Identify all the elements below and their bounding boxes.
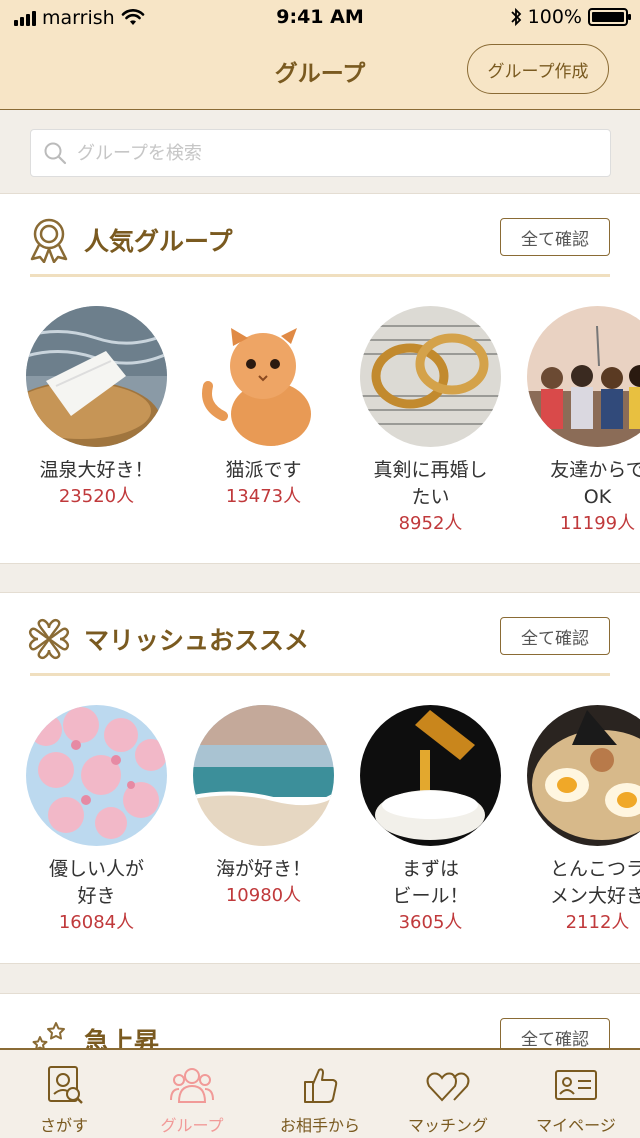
tab-label: さがす <box>39 1116 88 1135</box>
member-count: 13473人 <box>225 486 302 507</box>
tab-label: マイページ <box>536 1116 616 1135</box>
thumbs-up-icon <box>304 1068 338 1103</box>
group-card[interactable]: とんこつラ メン大好き 2112人 <box>527 705 640 936</box>
member-count: 2112人 <box>565 912 630 933</box>
group-name: 海が好き！ <box>215 858 311 880</box>
tab-label: マッチング <box>407 1116 488 1135</box>
group-name: 優しい人が 好き <box>48 858 144 907</box>
group-card[interactable]: 友達からで OK 11199人 <box>527 306 640 537</box>
popular-groups-section: 人気グループ 全て確認 温泉大好き！ 23520人 猫派です 13473人 真剣… <box>0 193 640 564</box>
group-carousel[interactable]: 優しい人が 好き 16084人 海が好き！ 10980人 まずは ビール！ 36… <box>26 705 640 936</box>
group-image-ramen <box>527 705 640 846</box>
section-title: マリッシュおススメ <box>84 626 310 655</box>
tab-search[interactable]: さがす <box>0 1050 128 1138</box>
member-count: 23520人 <box>58 486 135 507</box>
group-carousel[interactable]: 温泉大好き！ 23520人 猫派です 13473人 真剣に再婚し たい 8952… <box>26 306 640 537</box>
clover-icon <box>29 619 69 659</box>
section-divider <box>30 673 610 676</box>
group-image-wedding-rings <box>360 306 501 447</box>
group-name: 友達からで OK <box>550 459 640 508</box>
group-name: 温泉大好き！ <box>39 459 154 481</box>
search-profile-icon <box>48 1066 83 1104</box>
group-name: 真剣に再婚し たい <box>373 459 488 508</box>
battery-icon <box>588 8 631 26</box>
group-card[interactable]: 真剣に再婚し たい 8952人 <box>360 306 501 537</box>
group-name: 猫派です <box>225 459 302 481</box>
group-image-cherry-blossoms <box>26 705 167 846</box>
bluetooth-icon <box>511 7 521 27</box>
search-input[interactable] <box>77 142 577 164</box>
see-all-button[interactable]: 全て確認 <box>500 218 610 256</box>
group-image-beer <box>360 705 501 846</box>
search-icon <box>44 142 67 165</box>
group-image-ocean <box>193 705 334 846</box>
member-count: 11199人 <box>559 513 636 534</box>
status-bar: marrish 9:41 AM 100% <box>0 0 640 36</box>
bottom-tab-bar: さがす グループ お相手から マッチング マイページ <box>0 1048 640 1138</box>
group-image-friends <box>527 306 640 447</box>
tab-group[interactable]: グループ <box>128 1050 256 1138</box>
hearts-icon <box>426 1072 470 1102</box>
group-image-hot-spring <box>26 306 167 447</box>
member-count: 3605人 <box>398 912 463 933</box>
group-icon <box>170 1068 214 1103</box>
battery-percent: 100% <box>527 6 582 28</box>
trending-groups-section: 急上昇 全て確認 <box>0 993 640 1056</box>
group-name: とんこつラ メン大好き <box>549 858 640 907</box>
ribbon-award-icon <box>30 218 68 263</box>
group-card[interactable]: 優しい人が 好き 16084人 <box>26 705 167 936</box>
app-header: marrish 9:41 AM 100% グループ グループ作成 <box>0 0 640 110</box>
section-divider <box>30 274 610 277</box>
group-image-kitten <box>193 306 334 447</box>
group-card[interactable]: 海が好き！ 10980人 <box>193 705 334 936</box>
member-count: 10980人 <box>225 885 302 906</box>
create-group-button[interactable]: グループ作成 <box>467 44 609 94</box>
section-title: 人気グループ <box>84 227 233 256</box>
tab-matching[interactable]: マッチング <box>384 1050 512 1138</box>
tab-mypage[interactable]: マイページ <box>512 1050 640 1138</box>
member-count: 16084人 <box>58 912 135 933</box>
id-card-icon <box>555 1070 597 1100</box>
see-all-button[interactable]: 全て確認 <box>500 617 610 655</box>
search-box[interactable] <box>30 129 611 177</box>
recommended-groups-section: マリッシュおススメ 全て確認 優しい人が 好き 16084人 海が好き！ 109… <box>0 592 640 964</box>
member-count: 8952人 <box>398 513 463 534</box>
tab-label: グループ <box>160 1116 224 1135</box>
group-card[interactable]: 温泉大好き！ 23520人 <box>26 306 167 537</box>
tab-from-partner[interactable]: お相手から <box>256 1050 384 1138</box>
group-card[interactable]: 猫派です 13473人 <box>193 306 334 537</box>
group-name: まずは ビール！ <box>392 858 469 907</box>
tab-label: お相手から <box>279 1116 360 1135</box>
group-card[interactable]: まずは ビール！ 3605人 <box>360 705 501 936</box>
search-area <box>0 111 640 193</box>
